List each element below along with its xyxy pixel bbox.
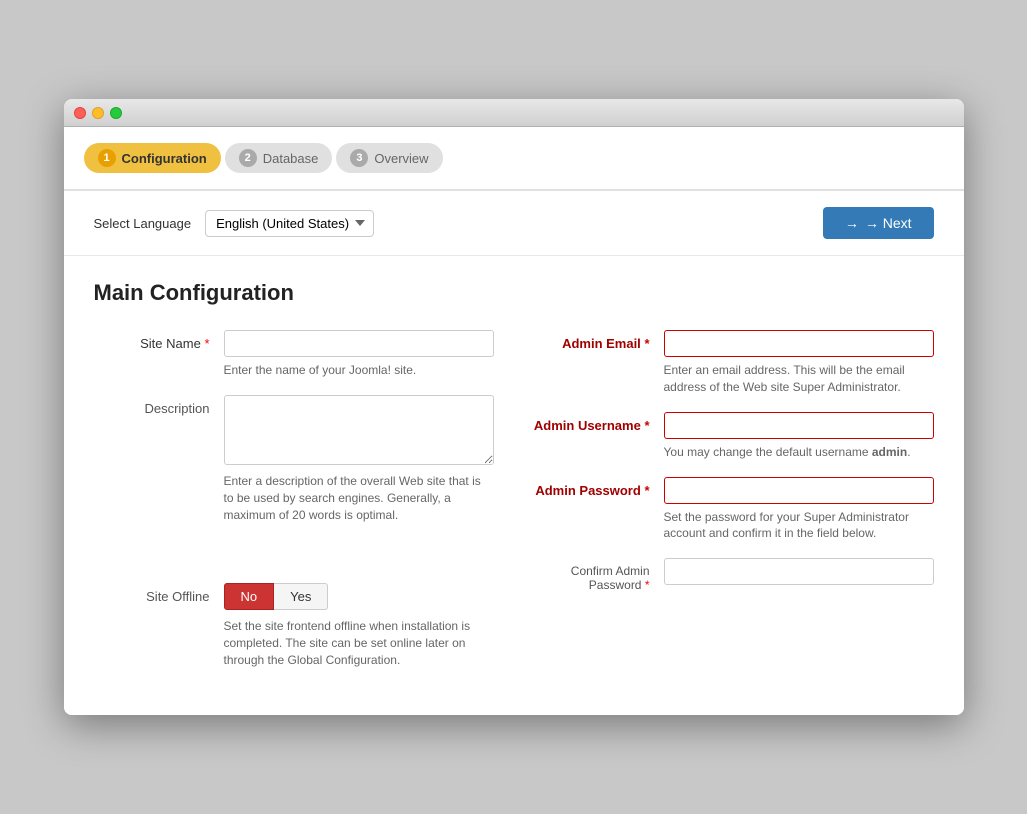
admin-email-help: Enter an email address. This will be the… (664, 362, 934, 396)
confirm-admin-password-input[interactable] (664, 558, 934, 585)
description-control: Enter a description of the overall Web s… (224, 395, 494, 523)
admin-username-label: Admin Username * (534, 412, 664, 461)
site-name-help: Enter the name of your Joomla! site. (224, 362, 494, 379)
right-column: Admin Email * Enter an email address. Th… (534, 330, 934, 685)
language-bar: Select Language English (United States) … (64, 191, 964, 256)
confirm-admin-password-row: Confirm Admin Password * (534, 558, 934, 592)
site-name-control: Enter the name of your Joomla! site. (224, 330, 494, 379)
admin-username-help: You may change the default username admi… (664, 444, 934, 461)
steps-navigation: 1 Configuration 2 Database 3 Overview (64, 127, 964, 191)
arrow-icon: → (845, 215, 859, 231)
traffic-lights (74, 107, 122, 119)
main-content: Main Configuration Site Name * Enter the… (64, 256, 964, 715)
step-2-label: Database (263, 151, 319, 166)
confirm-admin-password-label: Confirm Admin Password * (534, 558, 664, 592)
site-offline-no-button[interactable]: No (224, 583, 275, 610)
language-label: Select Language (94, 216, 192, 231)
description-row: Description Enter a description of the o… (94, 395, 494, 523)
admin-password-row: Admin Password * Set the password for yo… (534, 477, 934, 543)
step-3-number: 3 (350, 149, 368, 167)
site-name-input[interactable] (224, 330, 494, 357)
admin-password-control: Set the password for your Super Administ… (664, 477, 934, 543)
maximize-button[interactable] (110, 107, 122, 119)
admin-password-label: Admin Password * (534, 477, 664, 543)
step-1-label: Configuration (122, 151, 207, 166)
application-window: 1 Configuration 2 Database 3 Overview Se… (64, 99, 964, 715)
minimize-button[interactable] (92, 107, 104, 119)
step-2-number: 2 (239, 149, 257, 167)
admin-username-row: Admin Username * You may change the defa… (534, 412, 934, 461)
admin-email-row: Admin Email * Enter an email address. Th… (534, 330, 934, 396)
form-grid: Site Name * Enter the name of your Jooml… (94, 330, 934, 685)
admin-email-label: Admin Email * (534, 330, 664, 396)
description-label: Description (94, 395, 224, 523)
admin-username-input[interactable] (664, 412, 934, 439)
next-button-label: → Next (865, 215, 912, 231)
admin-password-help: Set the password for your Super Administ… (664, 509, 934, 543)
site-offline-help: Set the site frontend offline when insta… (224, 618, 494, 668)
step-database[interactable]: 2 Database (225, 143, 333, 173)
language-select[interactable]: English (United States) French German Sp… (205, 210, 374, 237)
step-overview[interactable]: 3 Overview (336, 143, 442, 173)
step-configuration[interactable]: 1 Configuration (84, 143, 221, 173)
left-column: Site Name * Enter the name of your Jooml… (94, 330, 494, 685)
confirm-admin-password-control (664, 558, 934, 592)
site-name-label: Site Name * (94, 330, 224, 379)
close-button[interactable] (74, 107, 86, 119)
admin-password-input[interactable] (664, 477, 934, 504)
site-offline-row: Site Offline No Yes Set the site fronten… (94, 583, 494, 668)
site-offline-toggle: No Yes (224, 583, 494, 610)
description-textarea[interactable] (224, 395, 494, 465)
site-offline-yes-button[interactable]: Yes (274, 583, 328, 610)
admin-username-control: You may change the default username admi… (664, 412, 934, 461)
site-offline-control: No Yes Set the site frontend offline whe… (224, 583, 494, 668)
admin-email-input[interactable] (664, 330, 934, 357)
site-offline-label: Site Offline (94, 583, 224, 668)
next-button[interactable]: → → Next (823, 207, 934, 239)
site-name-row: Site Name * Enter the name of your Jooml… (94, 330, 494, 379)
section-title: Main Configuration (94, 280, 934, 306)
language-bar-left: Select Language English (United States) … (94, 210, 375, 237)
admin-email-control: Enter an email address. This will be the… (664, 330, 934, 396)
description-help: Enter a description of the overall Web s… (224, 473, 494, 523)
title-bar (64, 99, 964, 127)
window-content: 1 Configuration 2 Database 3 Overview Se… (64, 127, 964, 715)
step-1-number: 1 (98, 149, 116, 167)
step-3-label: Overview (374, 151, 428, 166)
